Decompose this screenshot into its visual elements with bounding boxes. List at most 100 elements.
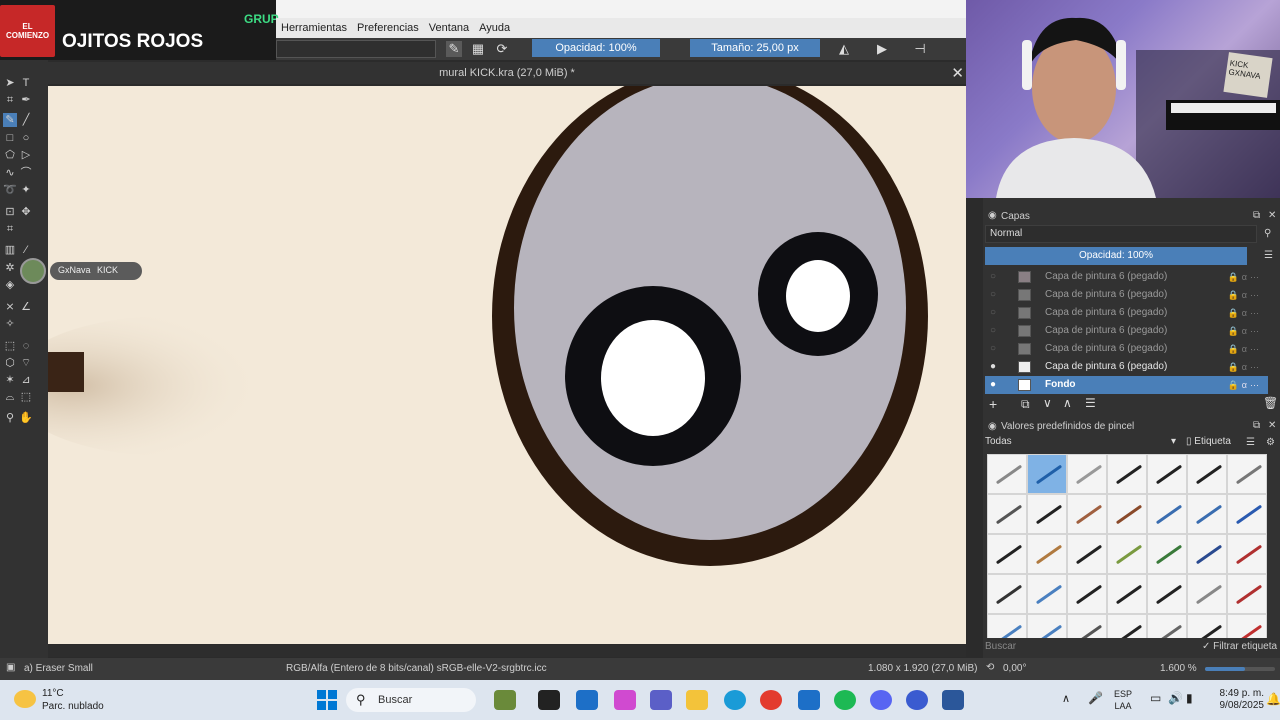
brush-preset[interactable]: [1147, 534, 1187, 574]
polygon-select-icon[interactable]: ⬡: [3, 356, 17, 370]
layer-row[interactable]: ○ Capa de pintura 6 (pegado) 🔒α⋯: [985, 286, 1268, 304]
mirror-vertical-icon[interactable]: ▶: [874, 41, 890, 57]
brush-filter-select[interactable]: Todas ▾: [985, 436, 1180, 452]
select-shapes-icon[interactable]: ➤: [3, 76, 17, 90]
view-mode-icon[interactable]: ☰: [1246, 437, 1255, 448]
brush-preset[interactable]: [1067, 534, 1107, 574]
zoom-slider[interactable]: [1205, 667, 1275, 671]
brush-preset[interactable]: [1187, 614, 1227, 638]
brush-preset[interactable]: [987, 574, 1027, 614]
move-down-icon[interactable]: ∨: [1043, 396, 1052, 410]
brush-preset[interactable]: [1147, 614, 1187, 638]
assistant-tool-icon[interactable]: ⨯: [3, 300, 17, 314]
dock-splitter[interactable]: [966, 198, 983, 658]
color-picker-icon[interactable]: ⁄: [19, 243, 33, 257]
start-button[interactable]: [317, 690, 337, 710]
smart-patch-icon[interactable]: ✲: [3, 261, 17, 275]
weather-description[interactable]: Parc. nublado: [42, 701, 104, 712]
weather-temperature[interactable]: 11°C: [42, 688, 64, 699]
ellipse-select-icon[interactable]: ◌: [19, 339, 33, 353]
word-icon[interactable]: [942, 690, 964, 710]
brush-preset[interactable]: [1107, 534, 1147, 574]
brush-preset[interactable]: [1187, 534, 1227, 574]
freehand-select-icon[interactable]: ⌔: [19, 356, 33, 370]
brush-preset[interactable]: [1107, 494, 1147, 534]
brush-tag-select[interactable]: ▯ Etiqueta: [1186, 436, 1246, 452]
delete-layer-icon[interactable]: 🗑: [1263, 396, 1278, 410]
text-tool-icon[interactable]: T: [19, 76, 33, 90]
layer-lock-icons[interactable]: 🔒α⋯: [1228, 340, 1262, 358]
opacity-slider[interactable]: Opacidad: 100%: [532, 39, 660, 57]
status-rotation[interactable]: 0,00°: [1003, 663, 1026, 674]
layer-row[interactable]: ○ Capa de pintura 6 (pegado) 🔒α⋯: [985, 340, 1268, 358]
horizontal-scrollbar[interactable]: [48, 645, 968, 657]
brush-preset[interactable]: [1187, 494, 1227, 534]
move-up-icon[interactable]: ∧: [1063, 396, 1072, 410]
brush-preset[interactable]: [1027, 534, 1067, 574]
fill-tool-icon[interactable]: ◈: [3, 278, 17, 292]
eye-visible-icon[interactable]: ●: [990, 358, 996, 376]
reference-tool-icon[interactable]: ✧: [3, 317, 17, 331]
network-icon[interactable]: ▭: [1150, 691, 1161, 705]
eye-hidden-icon[interactable]: ○: [990, 304, 996, 322]
wrap-around-icon[interactable]: ⊣: [912, 41, 928, 57]
spotify-icon[interactable]: [834, 690, 856, 710]
brush-preset[interactable]: [1227, 454, 1267, 494]
contiguous-select-icon[interactable]: ✶: [3, 373, 17, 387]
menu-preferencias[interactable]: Preferencias: [352, 22, 424, 34]
teams-icon[interactable]: [650, 690, 672, 710]
brush-preset[interactable]: [987, 454, 1027, 494]
transform-tool-icon[interactable]: ⊡: [3, 205, 17, 219]
microphone-icon[interactable]: 🎤: [1088, 691, 1103, 705]
brush-preset[interactable]: [987, 534, 1027, 574]
ellipse-tool-icon[interactable]: ○: [19, 131, 33, 145]
copilot-icon[interactable]: [614, 690, 636, 710]
editor-app-icon[interactable]: [798, 690, 820, 710]
brush-preset[interactable]: [987, 614, 1027, 638]
menu-ayuda[interactable]: Ayuda: [474, 22, 515, 34]
eye-visible-icon[interactable]: ●: [990, 376, 996, 394]
layer-lock-icons[interactable]: 🔒α⋯: [1228, 286, 1262, 304]
layer-row[interactable]: ● Capa de pintura 6 (pegado) 🔒α⋯: [985, 358, 1268, 376]
eye-hidden-icon[interactable]: ○: [990, 268, 996, 286]
polygon-tool-icon[interactable]: ⬠: [3, 148, 17, 162]
rect-select-icon[interactable]: ⬚: [3, 339, 17, 353]
layer-opacity-slider[interactable]: Opacidad: 100%: [985, 247, 1247, 265]
calligraphy-icon[interactable]: ✒: [19, 93, 33, 107]
layer-row-active[interactable]: ● Fondo 🔒α⋯: [985, 376, 1268, 394]
multibrush-icon[interactable]: ✦: [19, 183, 33, 197]
task-view-icon[interactable]: [538, 690, 560, 710]
brush-preset[interactable]: [1147, 574, 1187, 614]
mirror-horizontal-icon[interactable]: ◭: [836, 41, 852, 57]
status-brush[interactable]: a) Eraser Small: [24, 663, 93, 674]
reload-preset-icon[interactable]: ⟳: [494, 41, 510, 57]
dynamic-brush-icon[interactable]: ➰: [3, 183, 17, 197]
edit-shapes-icon[interactable]: ⌗: [3, 93, 17, 107]
edge-icon[interactable]: [724, 690, 746, 710]
freehand-brush-icon[interactable]: ✎: [3, 113, 17, 127]
brush-preset[interactable]: [1227, 494, 1267, 534]
layer-row[interactable]: ○ Capa de pintura 6 (pegado) 🔒α⋯: [985, 304, 1268, 322]
clock[interactable]: 8:49 p. m. 9/08/2025: [1196, 688, 1265, 712]
brush-preset[interactable]: [1227, 614, 1267, 638]
similar-select-icon[interactable]: ⊿: [19, 373, 33, 387]
layer-lock-icons[interactable]: 🔒α⋯: [1228, 322, 1262, 340]
polyline-tool-icon[interactable]: ▷: [19, 148, 33, 162]
menu-ventana[interactable]: Ventana: [424, 22, 474, 34]
file-explorer-icon[interactable]: [686, 690, 708, 710]
eraser-mode-icon[interactable]: ✎: [446, 41, 462, 57]
float-panel-icon[interactable]: ⧉: [1253, 420, 1260, 431]
magnetic-select-icon[interactable]: ⬚: [19, 390, 33, 404]
notifications-icon[interactable]: 🔔: [1266, 692, 1280, 706]
discord-icon[interactable]: [870, 690, 892, 710]
move-tool-icon[interactable]: ✥: [19, 205, 33, 219]
document-title[interactable]: mural KICK.kra (27,0 MiB) *: [48, 67, 966, 79]
brush-preset[interactable]: [1187, 454, 1227, 494]
brush-preset[interactable]: [1147, 494, 1187, 534]
float-panel-icon[interactable]: ⧉: [1253, 210, 1260, 221]
brush-preset[interactable]: [1067, 574, 1107, 614]
freehand-path-icon[interactable]: ⌒: [19, 166, 33, 180]
brush-preset[interactable]: [987, 494, 1027, 534]
brush-preset-selected[interactable]: [1027, 454, 1067, 494]
brush-preset[interactable]: [1107, 454, 1147, 494]
